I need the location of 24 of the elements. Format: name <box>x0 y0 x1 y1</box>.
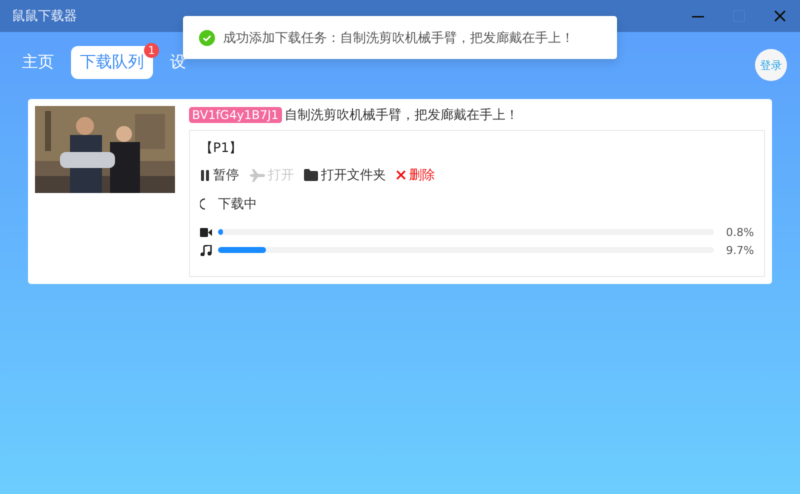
pause-icon <box>200 170 210 180</box>
folder-icon <box>304 169 318 181</box>
part-label: 【P1】 <box>200 140 244 157</box>
close-icon[interactable] <box>774 10 786 22</box>
toast-message: 成功添加下载任务：自制洗剪吹机械手臂，把发廊戴在手上！ <box>223 30 574 46</box>
success-icon <box>199 30 215 46</box>
folder-button[interactable]: 打开文件夹 <box>304 166 386 184</box>
close-icon <box>396 170 406 180</box>
pause-button[interactable]: 暂停 <box>200 166 239 184</box>
delete-button[interactable]: 删除 <box>396 166 435 184</box>
video-title: 自制洗剪吹机械手臂，把发廊戴在手上！ <box>284 107 519 124</box>
video-id-tag: BV1fG4y1B7J1 <box>189 107 282 123</box>
progress-percent: 9.7% <box>725 244 754 256</box>
airplane-icon <box>249 168 265 182</box>
count-badge: 1 <box>144 42 159 58</box>
progress-percent: 0.8% <box>725 226 754 238</box>
login-button[interactable]: 登录 <box>755 49 787 81</box>
loading-spinner-icon <box>200 198 206 210</box>
window-title: 鼠鼠下载器 <box>12 8 77 25</box>
nav-tab[interactable]: 主页 <box>13 46 63 78</box>
music-note-icon <box>200 244 212 256</box>
video-camera-icon <box>200 228 212 236</box>
nav-tab[interactable]: 设 <box>161 46 195 78</box>
status-text: 下载中 <box>218 196 257 213</box>
